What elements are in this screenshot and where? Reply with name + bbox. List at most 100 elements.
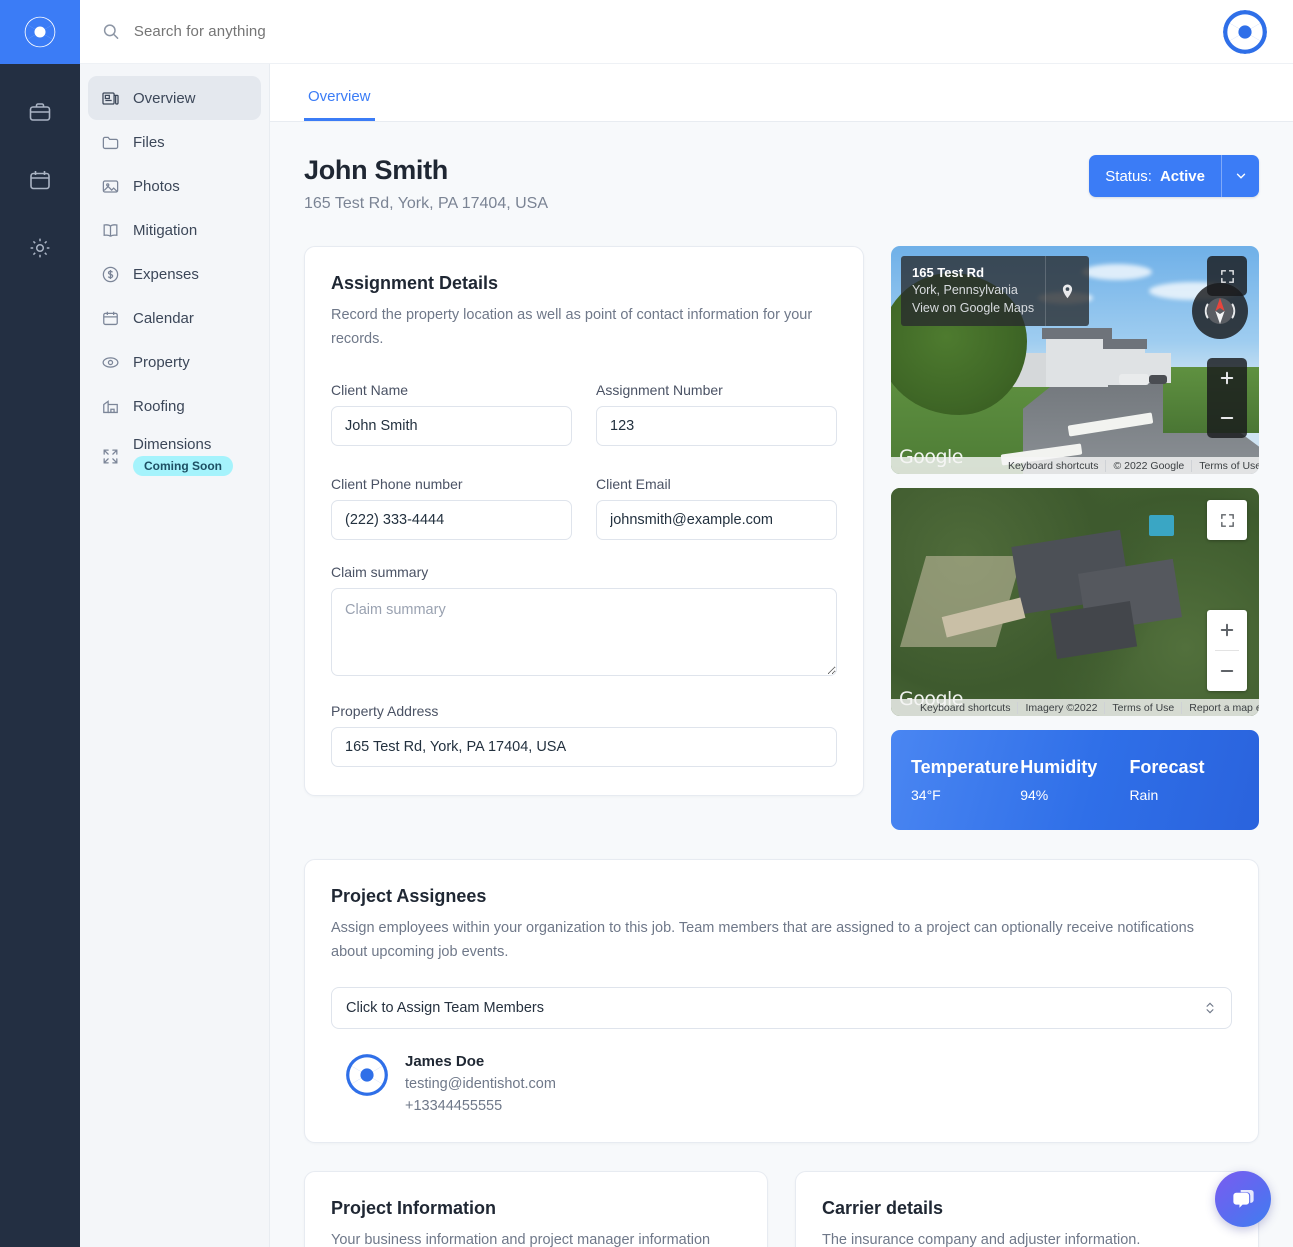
vehicle-shape [1119,373,1149,386]
search-zone [80,0,1223,63]
avatar [345,1053,389,1097]
minus-icon [1220,417,1234,419]
property-address-input[interactable] [331,726,837,767]
content-area: John Smith 165 Test Rd, York, PA 17404, … [270,122,1293,1247]
minus-icon [1220,670,1234,672]
map-column: 165 Test Rd York, Pennsylvania View on G… [891,246,1259,830]
rail-item-settings[interactable] [16,224,64,272]
assignee-email: testing@identishot.com [405,1075,556,1092]
sidebar-item-photos[interactable]: Photos [88,164,261,208]
field-assignment-number: Assignment Number [596,382,837,446]
client-name-input[interactable] [331,405,572,446]
roof-shape [1041,328,1112,340]
tab-overview[interactable]: Overview [304,88,375,121]
satellite-attribution: Keyboard shortcuts Imagery ©2022 Terms o… [891,699,1259,716]
attribution-item[interactable]: Terms of Use [1192,460,1259,472]
avatar[interactable] [1223,10,1267,54]
attribution-item[interactable]: Keyboard shortcuts [1001,459,1107,472]
view-on-google-maps-link[interactable]: View on Google Maps [912,300,1034,318]
rail-item-jobs[interactable] [16,88,64,136]
aperture-avatar [346,1053,388,1096]
client-phone-input[interactable] [331,499,572,540]
card-title: Carrier details [822,1197,944,1218]
weather-humidity: Humidity 94% [1020,757,1129,803]
app-root: Overview Files Photos [0,0,1293,1247]
status-label: Status: [1105,167,1152,185]
fullscreen-icon [1207,500,1247,540]
street-view-address: 165 Test Rd [912,265,985,280]
field-label: Client Email [596,475,671,492]
sidebar-item-label: Files [133,133,165,151]
selector-updown-icon [1206,1002,1214,1014]
select-placeholder: Click to Assign Team Members [346,999,544,1016]
field-label: Claim summary [331,563,429,580]
weather-value: 94% [1020,787,1049,803]
claim-summary-textarea[interactable] [331,587,837,676]
tab-label: Overview [308,88,371,105]
attribution-item[interactable]: Keyboard shortcuts [913,701,1019,714]
field-row-2: Client Phone number Client Email [331,476,837,540]
briefcase-icon [29,103,51,121]
top-row: Assignment Details Record the property l… [304,246,1259,830]
app-logo[interactable] [0,0,80,64]
pool-shape [1148,515,1175,536]
weather-label: Humidity [1020,757,1098,777]
satellite-zoom-controls[interactable] [1207,610,1247,691]
assign-team-members-select[interactable]: Click to Assign Team Members [331,986,1232,1029]
chat-bubble-icon [1232,1189,1254,1208]
gear-icon [30,238,50,258]
search-icon [103,24,119,39]
sidebar-item-expenses[interactable]: Expenses [88,252,261,296]
coming-soon-badge: Coming Soon [133,456,233,476]
street-view-zoom-controls[interactable] [1207,358,1247,438]
street-view-compass[interactable] [1192,283,1248,339]
sidebar-item-property[interactable]: Property [88,340,261,384]
chat-widget-button[interactable] [1215,1171,1271,1227]
status-button[interactable]: Status: Active [1089,155,1259,197]
street-view-address-overlay[interactable]: 165 Test Rd York, Pennsylvania View on G… [901,256,1090,327]
street-view-city: York, Pennsylvania [912,283,1018,298]
sidebar-item-files[interactable]: Files [88,120,261,164]
field-label: Client Name [331,381,409,398]
zoom-out-button[interactable] [1207,651,1247,691]
satellite-map-panel[interactable]: Google Keyboard shortcuts Imagery ©2022 … [891,488,1259,716]
attribution-item[interactable]: Report a map error [1182,702,1259,714]
assignee-list-item: James Doe testing@identishot.com +133444… [331,1053,1232,1114]
field-client-name: Client Name [331,382,572,446]
folder-icon [100,132,120,152]
sidebar-item-calendar[interactable]: Calendar [88,296,261,340]
plus-icon [1220,371,1234,385]
compass-icon [1204,298,1236,324]
zoom-in-button[interactable] [1207,610,1247,650]
assignment-number-input[interactable] [596,405,837,446]
sidebar-item-label: Dimensions [133,436,212,453]
sidebar-item-dimensions[interactable]: Dimensions Coming Soon [88,428,261,484]
bottom-row: Project Information Your business inform… [304,1170,1259,1247]
image-icon [100,176,120,196]
attribution-item[interactable]: Terms of Use [1105,701,1183,714]
map-pin-icon [1045,256,1089,327]
icon-rail [0,64,80,1247]
sidebar-item-overview[interactable]: Overview [88,76,261,120]
carrier-details-card: Carrier details The insurance company an… [795,1170,1259,1247]
dollar-circle-icon [100,264,120,284]
sidebar-item-roofing[interactable]: Roofing [88,384,261,428]
client-email-input[interactable] [596,499,837,540]
search-bar[interactable] [102,22,622,41]
house-shape [1045,337,1109,388]
status-dropdown-toggle[interactable] [1221,155,1259,197]
street-view-panel[interactable]: 165 Test Rd York, Pennsylvania View on G… [891,246,1259,474]
zoom-out-button[interactable] [1207,398,1247,438]
tab-bar: Overview [270,64,1293,122]
rail-item-calendar[interactable] [16,156,64,204]
sidebar-item-label: Mitigation [133,221,198,239]
weather-forecast: Forecast Rain [1129,757,1238,803]
card-description: Record the property location as well as … [331,307,813,347]
zoom-in-button[interactable] [1207,358,1247,398]
status-main[interactable]: Status: Active [1089,155,1221,197]
card-description: Assign employees within your organizatio… [331,920,1194,960]
search-input[interactable] [133,23,622,40]
satellite-fullscreen-button[interactable] [1207,500,1247,540]
chevron-down-icon [1236,173,1245,179]
sidebar-item-mitigation[interactable]: Mitigation [88,208,261,252]
